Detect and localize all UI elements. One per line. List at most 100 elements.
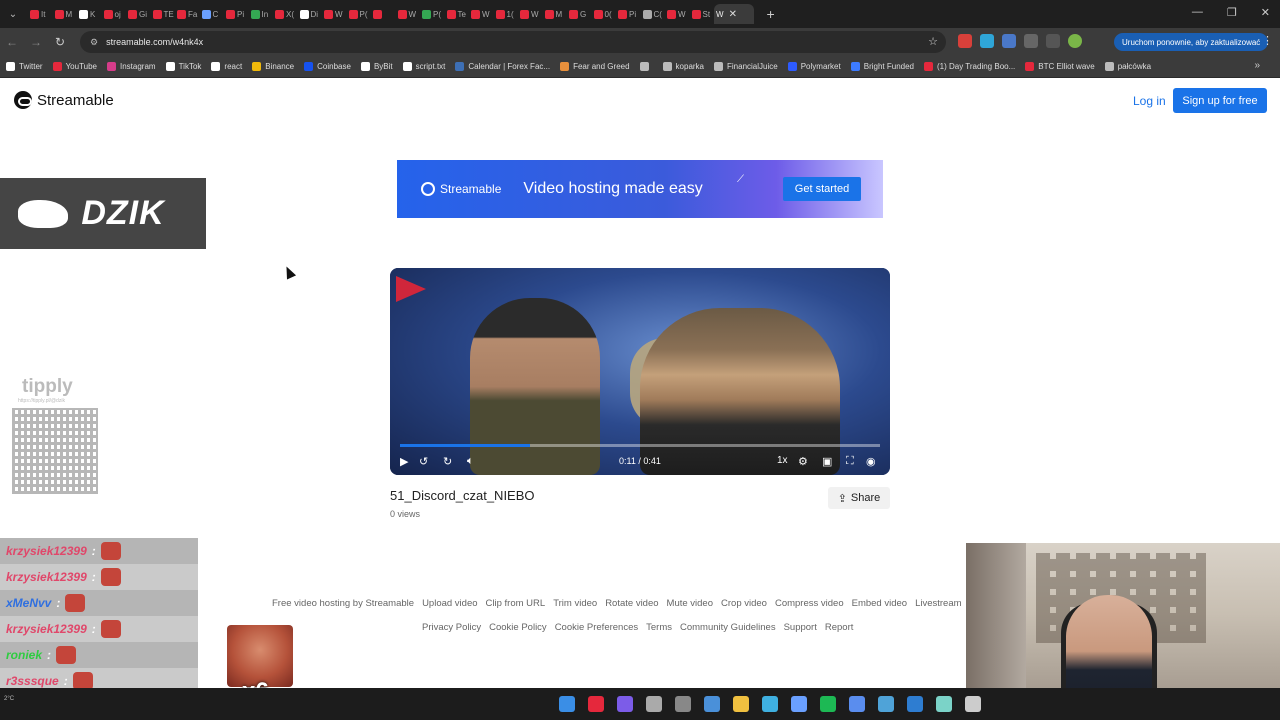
bookmark-item[interactable]: script.txt	[402, 62, 445, 71]
bookmark-item[interactable]: FinancialJuice	[714, 62, 778, 71]
taskbar-app-icon[interactable]	[588, 696, 604, 712]
get-started-button[interactable]: Get started	[783, 177, 861, 201]
browser-tab[interactable]: P(	[420, 4, 444, 24]
taskbar-app-icon[interactable]	[762, 696, 778, 712]
browser-tab[interactable]: W	[322, 4, 346, 24]
pip-icon[interactable]: ▣	[822, 455, 832, 468]
address-bar[interactable]: ⚙ streamable.com/w4nk4x ☆	[80, 31, 946, 53]
url-text[interactable]: streamable.com/w4nk4x	[106, 37, 203, 47]
close-tab-icon[interactable]: ✕	[729, 9, 737, 20]
extension-icon[interactable]	[958, 34, 972, 48]
bookmark-item[interactable]: pałcówka	[1104, 62, 1151, 71]
extension-icon[interactable]	[980, 34, 994, 48]
browser-tab[interactable]: St	[690, 4, 714, 24]
browser-tab[interactable]: It	[28, 4, 52, 24]
bookmark-star-icon[interactable]: ☆	[928, 35, 938, 48]
browser-tab[interactable]: K	[77, 4, 101, 24]
progress-bar[interactable]	[400, 444, 880, 447]
bookmark-item[interactable]: (1) Day Trading Boo...	[924, 62, 1015, 71]
puzzle-icon[interactable]	[1024, 34, 1038, 48]
speed-button[interactable]: 1x	[777, 455, 788, 466]
taskbar-app-icon[interactable]	[704, 696, 720, 712]
footer-link[interactable]: Mute video	[667, 598, 713, 609]
browser-tab[interactable]: oj	[102, 4, 126, 24]
profile-avatar[interactable]	[1068, 34, 1082, 48]
taskbar-app-icon[interactable]	[849, 696, 865, 712]
restore-icon[interactable]: ❐	[1227, 6, 1237, 19]
taskbar-app-icon[interactable]	[907, 696, 923, 712]
bookmark-item[interactable]: Fear and Greed	[560, 62, 630, 71]
taskbar-app-icon[interactable]	[617, 696, 633, 712]
taskbar-app-icon[interactable]	[878, 696, 894, 712]
bookmark-item[interactable]: Bright Funded	[850, 62, 914, 71]
taskbar-app-icon[interactable]	[559, 696, 575, 712]
video-player[interactable]: ▶ ↺ ↻ 🔈︎ 0:11 / 0:41 1x ⚙ ▣ ⛶ ◉	[390, 268, 890, 475]
browser-tab[interactable]: W	[396, 4, 420, 24]
bookmark-item[interactable]: BTC Elliot wave	[1025, 62, 1095, 71]
footer-link[interactable]: Cookie Policy	[489, 622, 547, 633]
bookmark-item[interactable]: koparka	[662, 62, 704, 71]
bookmark-item[interactable]: Twitter	[6, 62, 43, 71]
back-icon[interactable]: ←	[0, 35, 24, 49]
browser-tab[interactable]: W	[518, 4, 542, 24]
footer-link[interactable]: Trim video	[553, 598, 597, 609]
taskbar-app-icon[interactable]	[936, 696, 952, 712]
footer-link[interactable]: Livestream	[915, 598, 961, 609]
footer-link[interactable]: Support	[784, 622, 817, 633]
fullscreen-icon[interactable]: ⛶	[846, 455, 854, 468]
bookmark-item[interactable]	[639, 62, 653, 71]
footer-link[interactable]: Report	[825, 622, 854, 633]
menu-icon[interactable]: ⋮	[1262, 34, 1273, 47]
taskbar-app-icon[interactable]	[820, 696, 836, 712]
bookmark-item[interactable]: ByBit	[360, 62, 393, 71]
browser-tab[interactable]: M	[53, 4, 77, 24]
browser-tab[interactable]: Pi	[224, 4, 248, 24]
signup-button[interactable]: Sign up for free	[1173, 88, 1267, 113]
reload-icon[interactable]: ↻	[48, 35, 72, 49]
browser-tab[interactable]: 1(	[494, 4, 518, 24]
bookmark-item[interactable]: Polymarket	[787, 62, 841, 71]
footer-link[interactable]: Privacy Policy	[422, 622, 481, 633]
browser-tab[interactable]: Di	[298, 4, 322, 24]
forward-icon[interactable]: →	[24, 35, 48, 49]
browser-tab[interactable]	[371, 4, 395, 24]
bookmark-item[interactable]: Coinbase	[304, 62, 351, 71]
browser-tab[interactable]: Pi	[616, 4, 640, 24]
browser-tab-active[interactable]: W ✕	[714, 4, 754, 24]
update-button[interactable]: Uruchom ponownie, aby zaktualizować	[1114, 33, 1269, 51]
browser-tab[interactable]: W	[665, 4, 689, 24]
close-window-icon[interactable]: ✕	[1261, 6, 1270, 19]
share-button[interactable]: ⇪ Share	[828, 487, 890, 509]
bookmark-item[interactable]: YouTube	[52, 62, 97, 71]
browser-tab[interactable]: Te	[445, 4, 469, 24]
taskbar-app-icon[interactable]	[791, 696, 807, 712]
taskbar-app-icon[interactable]	[675, 696, 691, 712]
reading-list-icon[interactable]	[1046, 34, 1060, 48]
streamable-logo-icon[interactable]: ◉	[866, 455, 876, 468]
ad-banner[interactable]: Streamable Video hosting made easy ⟋ Get…	[397, 160, 883, 218]
footer-link[interactable]: Upload video	[422, 598, 477, 609]
streamable-logo[interactable]: Streamable	[14, 91, 114, 109]
footer-link[interactable]: Free video hosting by Streamable	[272, 598, 414, 609]
browser-tab[interactable]: C(	[641, 4, 665, 24]
browser-tab[interactable]: Fa	[175, 4, 199, 24]
volume-icon[interactable]: 🔈︎	[467, 455, 474, 468]
footer-link[interactable]: Compress video	[775, 598, 844, 609]
browser-tab[interactable]: Gi	[126, 4, 150, 24]
browser-tab[interactable]: 0(	[592, 4, 616, 24]
taskbar-app-icon[interactable]	[733, 696, 749, 712]
rewind-icon[interactable]: ↺	[419, 455, 428, 468]
browser-tab[interactable]: P(	[347, 4, 371, 24]
taskbar-app-icon[interactable]	[646, 696, 662, 712]
footer-link[interactable]: Cookie Preferences	[555, 622, 638, 633]
login-link[interactable]: Log in	[1133, 94, 1166, 108]
bookmark-item[interactable]: Calendar | Forex Fac...	[455, 62, 550, 71]
browser-tab[interactable]: X(	[273, 4, 297, 24]
browser-tab[interactable]: M	[543, 4, 567, 24]
more-bookmarks-icon[interactable]: »	[1254, 60, 1260, 71]
footer-link[interactable]: Community Guidelines	[680, 622, 776, 633]
browser-tab[interactable]: G	[567, 4, 591, 24]
browser-tab[interactable]: TE	[151, 4, 175, 24]
new-tab-button[interactable]: +	[767, 6, 775, 22]
settings-icon[interactable]: ⚙	[798, 455, 808, 468]
